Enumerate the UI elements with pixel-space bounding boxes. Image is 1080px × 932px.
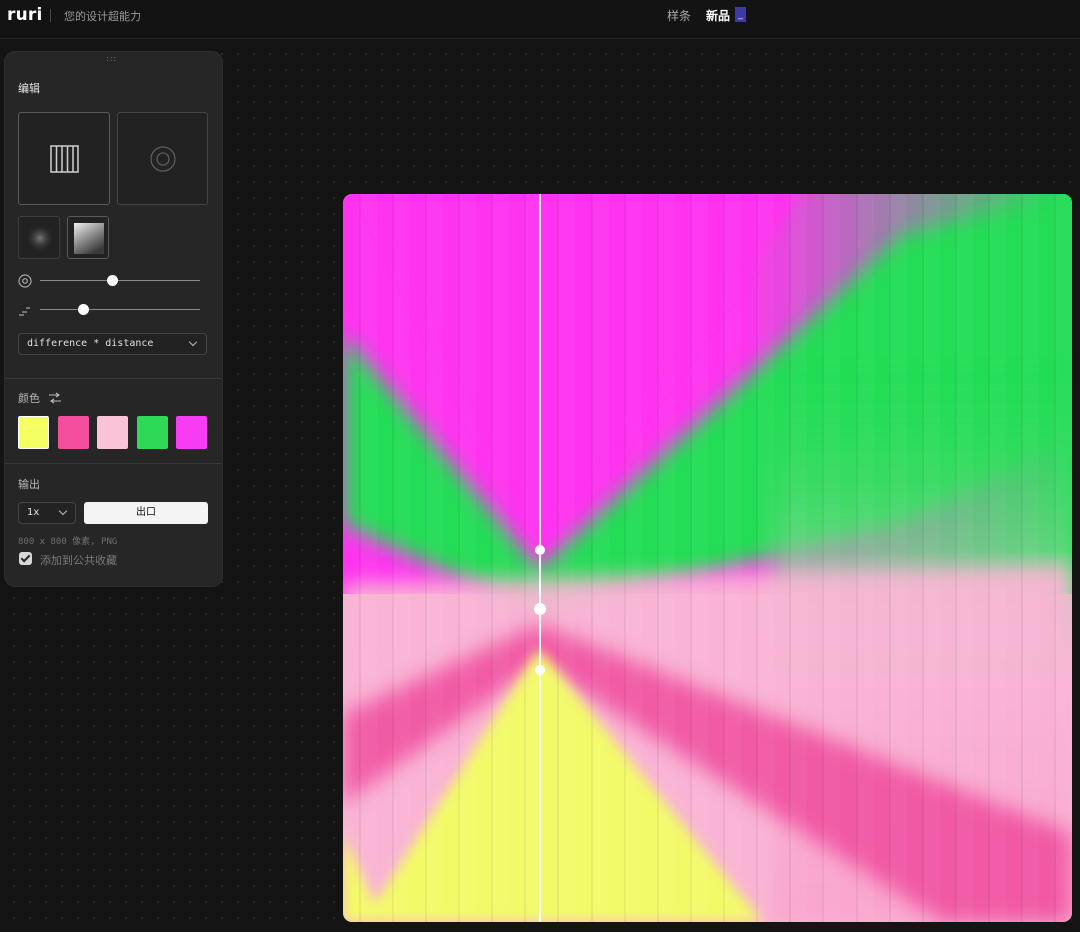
stripe-band bbox=[625, 194, 642, 922]
slider-knob[interactable] bbox=[78, 304, 90, 315]
slider-track[interactable] bbox=[40, 280, 200, 281]
scale-select[interactable]: 1x bbox=[18, 502, 76, 524]
slider-knob[interactable] bbox=[107, 275, 118, 286]
output-size-info: 800 x 800 像素, PNG bbox=[18, 537, 118, 547]
concentric-circle-icon bbox=[18, 274, 32, 288]
colors-section-title: 颜色 bbox=[18, 392, 40, 405]
color-swatch-hotpink[interactable] bbox=[58, 416, 89, 449]
section-divider bbox=[5, 463, 222, 464]
pattern-stripes-tile[interactable] bbox=[18, 112, 110, 205]
color-swatch-green[interactable] bbox=[137, 416, 168, 449]
publish-label: 添加到公共收藏 bbox=[40, 554, 117, 567]
intensity-slider[interactable] bbox=[18, 302, 203, 318]
vertical-stripes-icon bbox=[50, 145, 79, 173]
top-bar: ruri 您的设计超能力 样条 新品 _ bbox=[0, 0, 1080, 39]
gradient-stop-handle[interactable] bbox=[535, 665, 545, 675]
stripe-band bbox=[459, 194, 476, 922]
stripe-band bbox=[426, 194, 443, 922]
nav-new[interactable]: 新品 bbox=[706, 7, 730, 24]
gradient-artwork bbox=[343, 194, 1072, 922]
chevron-down-icon bbox=[188, 337, 198, 347]
stripe-band bbox=[592, 194, 609, 922]
stripe-band bbox=[360, 194, 377, 922]
pattern-radial-tile[interactable] bbox=[117, 112, 208, 205]
stripe-band bbox=[1022, 194, 1039, 922]
chevron-down-icon bbox=[58, 506, 68, 516]
gradient-stop-handle[interactable] bbox=[535, 545, 545, 555]
gradient-stop-handle[interactable] bbox=[534, 603, 546, 615]
stripe-band bbox=[823, 194, 840, 922]
stripe-band bbox=[989, 194, 1006, 922]
swap-arrows-icon[interactable] bbox=[48, 392, 62, 404]
stripe-band bbox=[857, 194, 874, 922]
drag-handle-icon[interactable]: ::: bbox=[106, 54, 117, 63]
radius-slider[interactable] bbox=[18, 273, 203, 289]
blend-mode-value: difference * distance bbox=[27, 338, 154, 349]
stripe-band bbox=[658, 194, 675, 922]
output-section-title: 输出 bbox=[18, 478, 40, 491]
scale-value: 1x bbox=[27, 507, 40, 518]
gradient-ramp-icon bbox=[19, 307, 30, 316]
stripe-band bbox=[691, 194, 708, 922]
stripe-band bbox=[890, 194, 907, 922]
concentric-circle-icon bbox=[150, 146, 176, 172]
stripe-band bbox=[790, 194, 807, 922]
stripe-band bbox=[724, 194, 741, 922]
blend-mode-select[interactable]: difference * distance bbox=[18, 333, 207, 355]
logo-divider bbox=[50, 9, 51, 22]
section-divider bbox=[5, 378, 222, 379]
editor-panel: ::: 编辑 difference * distance 颜色 输出 1x 出口… bbox=[5, 52, 222, 586]
blur-fill-tile[interactable] bbox=[18, 216, 60, 259]
stripe-band bbox=[1055, 194, 1072, 922]
gradient-fill-tile[interactable] bbox=[67, 216, 109, 259]
nav-spline[interactable]: 样条 bbox=[667, 7, 691, 24]
stripe-band bbox=[558, 194, 575, 922]
color-swatch-lightpink[interactable] bbox=[97, 416, 128, 449]
stripe-band bbox=[923, 194, 940, 922]
stripe-band bbox=[956, 194, 973, 922]
color-swatch-yellow[interactable] bbox=[18, 416, 49, 449]
publish-checkbox[interactable] bbox=[19, 552, 32, 565]
stripe-band bbox=[492, 194, 509, 922]
stripe-band bbox=[393, 194, 410, 922]
gradient-square-icon bbox=[74, 223, 104, 254]
edit-section-title: 编辑 bbox=[18, 82, 40, 95]
color-swatch-magenta[interactable] bbox=[176, 416, 207, 449]
stripe-band bbox=[757, 194, 774, 922]
logo[interactable]: ruri bbox=[7, 5, 43, 25]
blur-circle-icon bbox=[26, 224, 54, 252]
gradient-canvas[interactable] bbox=[343, 194, 1072, 922]
slider-track[interactable] bbox=[40, 309, 200, 310]
gradient-guide-line[interactable] bbox=[539, 194, 541, 922]
export-button[interactable]: 出口 bbox=[84, 502, 208, 524]
nav-new-badge: _ bbox=[735, 7, 746, 22]
tagline: 您的设计超能力 bbox=[64, 10, 141, 23]
